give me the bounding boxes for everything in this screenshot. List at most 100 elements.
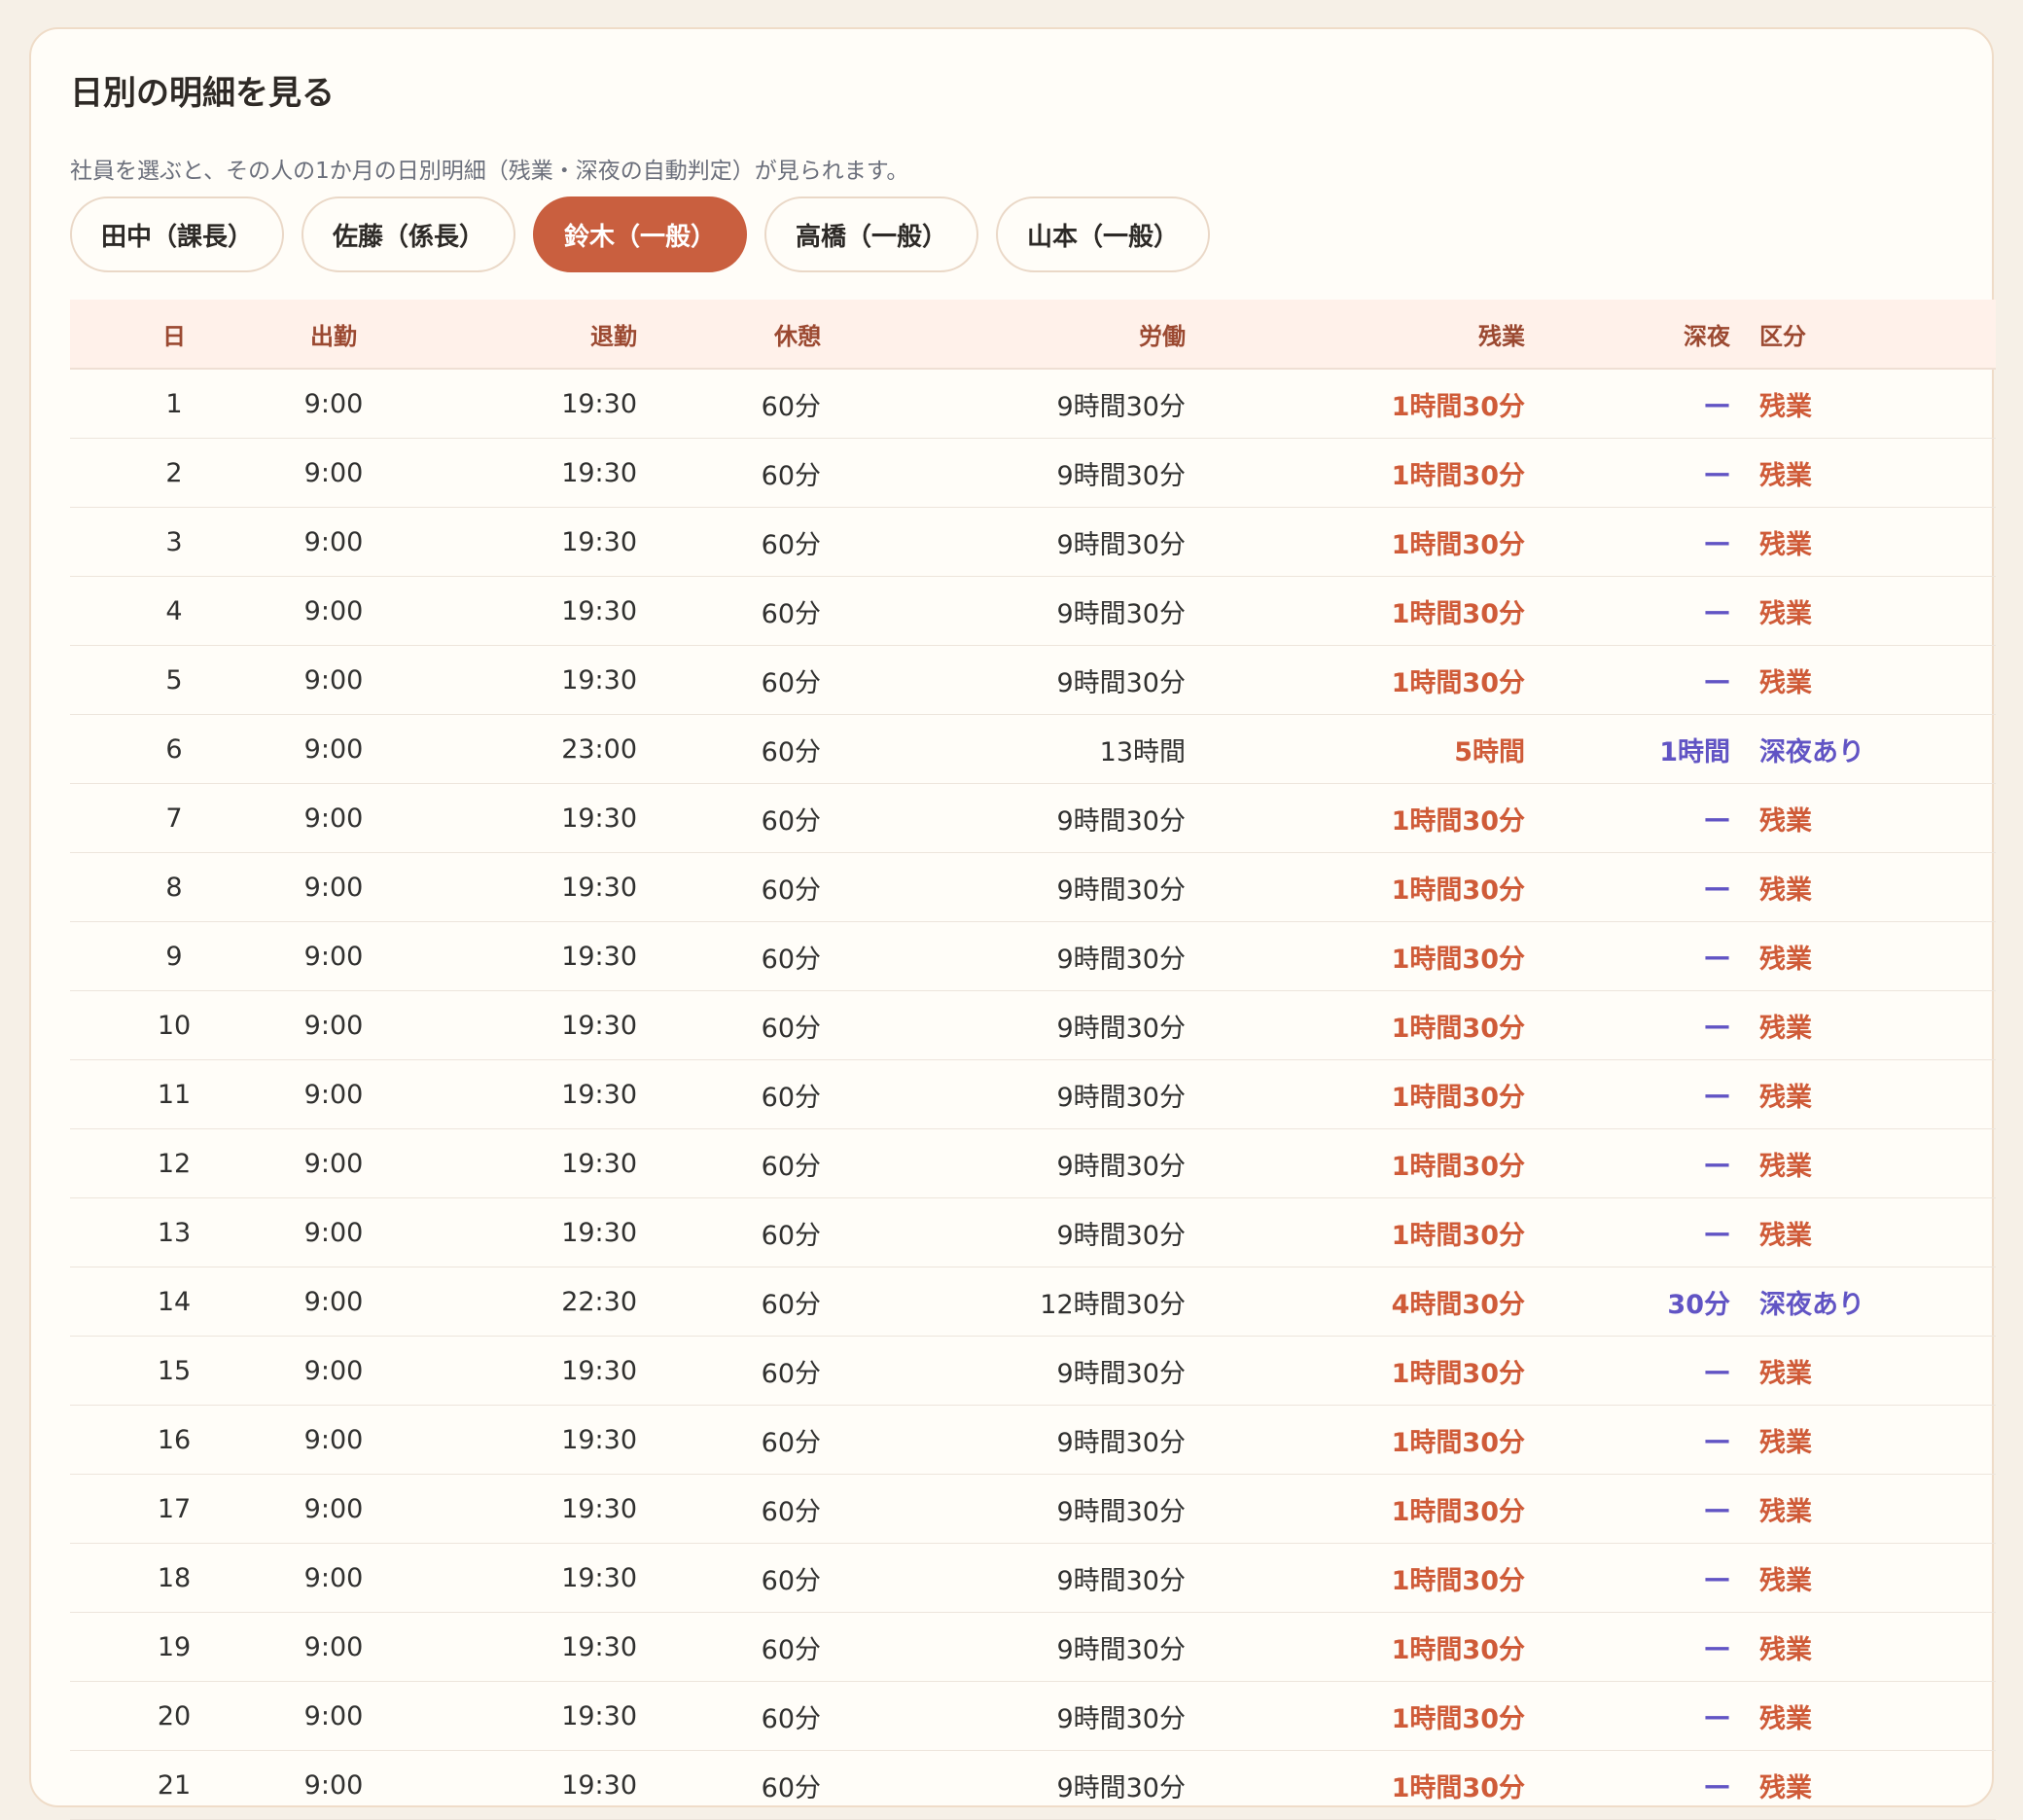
- break-cell: 60分: [637, 1612, 821, 1682]
- employee-tab-takahashi[interactable]: 高橋（一般）: [764, 196, 978, 272]
- clock-out-cell: 19:30: [389, 1128, 637, 1198]
- overtime-cell: 1時間30分: [1186, 1543, 1525, 1613]
- clock-out-cell: 19:30: [389, 576, 637, 646]
- overtime-cell: 1時間30分: [1186, 1681, 1525, 1751]
- clock-in-cell: 9:00: [278, 507, 389, 577]
- employee-tab-yamamoto[interactable]: 山本（一般）: [996, 196, 1210, 272]
- night-cell: —: [1525, 1405, 1730, 1475]
- category-cell: 深夜あり: [1730, 714, 1996, 784]
- night-cell: —: [1525, 1128, 1730, 1198]
- night-cell: —: [1525, 507, 1730, 577]
- day-cell: 20: [70, 1681, 278, 1751]
- clock-out-cell: 19:30: [389, 1750, 637, 1820]
- clock-in-cell: 9:00: [278, 1059, 389, 1129]
- clock-out-cell: 19:30: [389, 1543, 637, 1613]
- table-row: 18 9:00 19:30 60分 9時間30分 1時間30分 — 残業: [70, 1543, 1996, 1613]
- category-cell: 残業: [1730, 852, 1996, 922]
- break-cell: 60分: [637, 1059, 821, 1129]
- table-row: 16 9:00 19:30 60分 9時間30分 1時間30分 — 残業: [70, 1405, 1996, 1475]
- clock-out-cell: 23:00: [389, 714, 637, 784]
- clock-out-cell: 19:30: [389, 990, 637, 1060]
- table-body: 1 9:00 19:30 60分 9時間30分 1時間30分 — 残業 2 9:00 19:30 60…: [70, 369, 1996, 1820]
- overtime-cell: 1時間30分: [1186, 921, 1525, 991]
- header-work: 労働: [821, 300, 1186, 370]
- table-row: 20 9:00 19:30 60分 9時間30分 1時間30分 — 残業: [70, 1681, 1996, 1751]
- employee-tabs: 田中（課長） 佐藤（係長） 鈴木（一般） 高橋（一般） 山本（一般）: [70, 196, 1210, 272]
- overtime-cell: 1時間30分: [1186, 1405, 1525, 1475]
- employee-tab-tanaka[interactable]: 田中（課長）: [70, 196, 284, 272]
- table-row: 4 9:00 19:30 60分 9時間30分 1時間30分 — 残業: [70, 576, 1996, 646]
- work-cell: 9時間30分: [821, 1474, 1186, 1544]
- overtime-cell: 1時間30分: [1186, 852, 1525, 922]
- night-cell: —: [1525, 645, 1730, 715]
- day-cell: 14: [70, 1267, 278, 1337]
- category-cell: 残業: [1730, 783, 1996, 853]
- clock-in-cell: 9:00: [278, 1543, 389, 1613]
- category-cell: 残業: [1730, 1750, 1996, 1820]
- work-cell: 9時間30分: [821, 1336, 1186, 1406]
- table-row: 13 9:00 19:30 60分 9時間30分 1時間30分 — 残業: [70, 1197, 1996, 1267]
- overtime-cell: 1時間30分: [1186, 1474, 1525, 1544]
- overtime-cell: 1時間30分: [1186, 1612, 1525, 1682]
- day-cell: 18: [70, 1543, 278, 1613]
- work-cell: 9時間30分: [821, 852, 1186, 922]
- table-header: 日 出勤 退勤 休憩 労働 残業 深夜 区分: [70, 300, 1996, 370]
- work-cell: 9時間30分: [821, 1059, 1186, 1129]
- category-cell: 残業: [1730, 507, 1996, 577]
- category-cell: 残業: [1730, 369, 1996, 439]
- day-cell: 2: [70, 438, 278, 508]
- work-cell: 9時間30分: [821, 1543, 1186, 1613]
- work-cell: 9時間30分: [821, 1405, 1186, 1475]
- overtime-cell: 1時間30分: [1186, 369, 1525, 439]
- day-cell: 1: [70, 369, 278, 439]
- work-cell: 9時間30分: [821, 921, 1186, 991]
- break-cell: 60分: [637, 1474, 821, 1544]
- header-clock-out: 退勤: [389, 300, 637, 370]
- table-row: 10 9:00 19:30 60分 9時間30分 1時間30分 — 残業: [70, 990, 1996, 1060]
- night-cell: —: [1525, 990, 1730, 1060]
- clock-out-cell: 22:30: [389, 1267, 637, 1337]
- clock-out-cell: 19:30: [389, 438, 637, 508]
- clock-in-cell: 9:00: [278, 1474, 389, 1544]
- clock-in-cell: 9:00: [278, 921, 389, 991]
- category-cell: 残業: [1730, 1543, 1996, 1613]
- category-cell: 残業: [1730, 1197, 1996, 1267]
- break-cell: 60分: [637, 1543, 821, 1613]
- work-cell: 13時間: [821, 714, 1186, 784]
- night-cell: —: [1525, 1612, 1730, 1682]
- table-row: 15 9:00 19:30 60分 9時間30分 1時間30分 — 残業: [70, 1336, 1996, 1406]
- employee-tab-sato[interactable]: 佐藤（係長）: [302, 196, 515, 272]
- header-overtime: 残業: [1186, 300, 1525, 370]
- work-cell: 9時間30分: [821, 1681, 1186, 1751]
- overtime-cell: 1時間30分: [1186, 576, 1525, 646]
- daily-detail-table: 日 出勤 退勤 休憩 労働 残業 深夜 区分 1 9:00 19:30 60分 9時間3…: [70, 300, 1996, 1820]
- night-cell: —: [1525, 783, 1730, 853]
- overtime-cell: 1時間30分: [1186, 1750, 1525, 1820]
- clock-out-cell: 19:30: [389, 1405, 637, 1475]
- panel-title: 日別の明細を見る: [70, 74, 335, 113]
- clock-in-cell: 9:00: [278, 1750, 389, 1820]
- daily-detail-panel: 日別の明細を見る 社員を選ぶと、その人の1か月の日別明細（残業・深夜の自動判定）…: [29, 27, 1996, 1820]
- table-row: 3 9:00 19:30 60分 9時間30分 1時間30分 — 残業: [70, 507, 1996, 577]
- break-cell: 60分: [637, 852, 821, 922]
- clock-out-cell: 19:30: [389, 783, 637, 853]
- break-cell: 60分: [637, 576, 821, 646]
- break-cell: 60分: [637, 645, 821, 715]
- category-cell: 深夜あり: [1730, 1267, 1996, 1337]
- work-cell: 12時間30分: [821, 1267, 1186, 1337]
- clock-out-cell: 19:30: [389, 1197, 637, 1267]
- break-cell: 60分: [637, 1405, 821, 1475]
- header-break: 休憩: [637, 300, 821, 370]
- break-cell: 60分: [637, 921, 821, 991]
- night-cell: —: [1525, 852, 1730, 922]
- clock-out-cell: 19:30: [389, 1059, 637, 1129]
- day-cell: 12: [70, 1128, 278, 1198]
- category-cell: 残業: [1730, 1059, 1996, 1129]
- table-row: 6 9:00 23:00 60分 13時間 5時間 1時間 深夜あり: [70, 714, 1996, 784]
- work-cell: 9時間30分: [821, 1750, 1186, 1820]
- night-cell: —: [1525, 369, 1730, 439]
- overtime-cell: 5時間: [1186, 714, 1525, 784]
- night-cell: 1時間: [1525, 714, 1730, 784]
- break-cell: 60分: [637, 1197, 821, 1267]
- employee-tab-suzuki[interactable]: 鈴木（一般）: [533, 196, 747, 272]
